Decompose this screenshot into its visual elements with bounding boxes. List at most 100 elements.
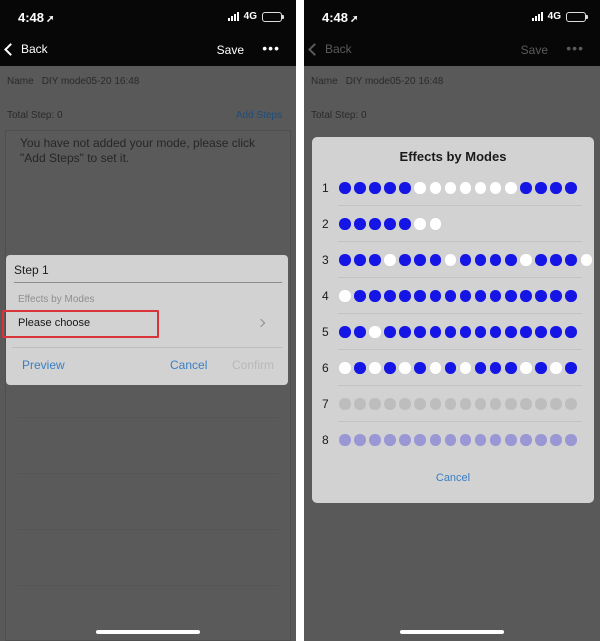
effect-mode-number: 5 <box>322 325 329 339</box>
led-dot <box>459 326 472 338</box>
led-dot <box>444 362 457 374</box>
led-dot <box>459 254 472 266</box>
led-dot <box>399 434 411 446</box>
back-label: Back <box>325 42 352 56</box>
save-button[interactable]: Save <box>521 43 548 57</box>
name-row: Name DIY mode05-20 16:48 <box>311 76 443 87</box>
led-dot <box>489 398 502 410</box>
status-right: 4G <box>227 11 284 22</box>
led-dot <box>565 434 577 446</box>
effect-mode-dots <box>339 254 592 266</box>
back-button[interactable]: Back <box>308 42 352 56</box>
led-dot <box>550 326 562 338</box>
status-time-text: 4:48 <box>322 10 349 25</box>
battery-icon <box>566 11 588 22</box>
divider <box>18 585 278 586</box>
led-dot <box>369 398 381 410</box>
name-value[interactable]: DIY mode05-20 16:48 <box>346 76 444 87</box>
led-dot <box>414 434 426 446</box>
save-button[interactable]: Save <box>217 43 244 57</box>
right-screen: 4:48 ➚ 4G Back Save ••• Name DIY mode05-20… <box>304 0 600 641</box>
led-dot <box>550 254 562 266</box>
led-dot <box>354 362 366 374</box>
led-dot <box>459 362 472 374</box>
led-dot <box>414 362 426 374</box>
effects-dialog: Effects by Modes 1 2 3 4 5 6 7 8 Cancel <box>312 137 594 503</box>
led-dot <box>369 362 381 374</box>
steps-row: Total Step: 0 Add Steps <box>7 110 282 121</box>
led-dot <box>459 398 472 410</box>
location-arrow-icon: ➚ <box>46 14 55 25</box>
led-dot <box>550 362 562 374</box>
nav-bar: Back Save ••• <box>0 34 296 66</box>
led-dot <box>369 182 381 194</box>
led-dot <box>339 218 351 230</box>
effect-mode-row[interactable]: 6 <box>312 350 594 386</box>
effect-mode-row[interactable]: 1 <box>312 170 594 206</box>
led-dot <box>429 398 442 410</box>
cancel-button[interactable]: Cancel <box>170 358 207 372</box>
led-dot <box>520 398 532 410</box>
back-button[interactable]: Back <box>4 42 48 56</box>
add-steps-link[interactable]: Add Steps <box>236 110 282 121</box>
cancel-button[interactable]: Cancel <box>312 472 594 484</box>
led-dot <box>399 182 411 194</box>
led-dot <box>444 254 457 266</box>
led-dot <box>505 326 517 338</box>
effect-mode-row[interactable]: 4 <box>312 278 594 314</box>
step-dialog: Step 1 Effects by Modes Please choose Pr… <box>2 255 288 385</box>
more-dots-icon[interactable]: ••• <box>566 41 584 55</box>
divider <box>18 417 278 418</box>
name-value[interactable]: DIY mode05-20 16:48 <box>42 76 140 87</box>
effect-mode-dots <box>339 362 577 374</box>
led-dot <box>580 254 592 266</box>
led-dot <box>535 182 547 194</box>
led-dot <box>489 362 502 374</box>
name-row: Name DIY mode05-20 16:48 <box>7 76 139 87</box>
led-dot <box>505 290 517 302</box>
preview-button[interactable]: Preview <box>22 358 65 372</box>
confirm-button[interactable]: Confirm <box>232 358 274 372</box>
led-dot <box>459 434 472 446</box>
led-dot <box>414 326 426 338</box>
led-dot <box>535 290 547 302</box>
led-dot <box>384 362 396 374</box>
led-dot <box>399 254 411 266</box>
led-dot <box>489 326 502 338</box>
led-dot <box>474 398 487 410</box>
led-dot <box>354 218 366 230</box>
led-dot <box>474 326 487 338</box>
led-dot <box>565 362 577 374</box>
led-dot <box>354 290 366 302</box>
led-dot <box>520 434 532 446</box>
led-dot <box>354 254 366 266</box>
led-dot <box>369 218 381 230</box>
more-dots-icon[interactable]: ••• <box>262 41 280 55</box>
effects-dialog-title: Effects by Modes <box>399 149 507 164</box>
status-time: 4:48 ➚ <box>18 10 54 25</box>
divider <box>18 473 278 474</box>
led-dot <box>384 182 396 194</box>
led-dot <box>384 218 396 230</box>
effect-mode-row[interactable]: 3 <box>312 242 594 278</box>
led-dot <box>339 398 351 410</box>
led-dot <box>339 434 351 446</box>
effect-mode-row[interactable]: 8 <box>312 422 594 458</box>
led-dot <box>520 254 532 266</box>
network-type: 4G <box>547 11 561 22</box>
led-dot <box>414 398 426 410</box>
effect-mode-row[interactable]: 2 <box>312 206 594 242</box>
led-dot <box>489 182 502 194</box>
led-dot <box>505 254 517 266</box>
effect-mode-row[interactable]: 5 <box>312 314 594 350</box>
led-dot <box>354 326 366 338</box>
led-dot <box>505 362 517 374</box>
effect-mode-dots <box>339 218 442 230</box>
led-dot <box>429 434 442 446</box>
effect-mode-number: 7 <box>322 397 329 411</box>
effect-mode-row[interactable]: 7 <box>312 386 594 422</box>
led-dot <box>444 398 457 410</box>
led-dot <box>520 326 532 338</box>
led-dot <box>550 290 562 302</box>
total-step: Total Step: 0 <box>311 110 367 121</box>
